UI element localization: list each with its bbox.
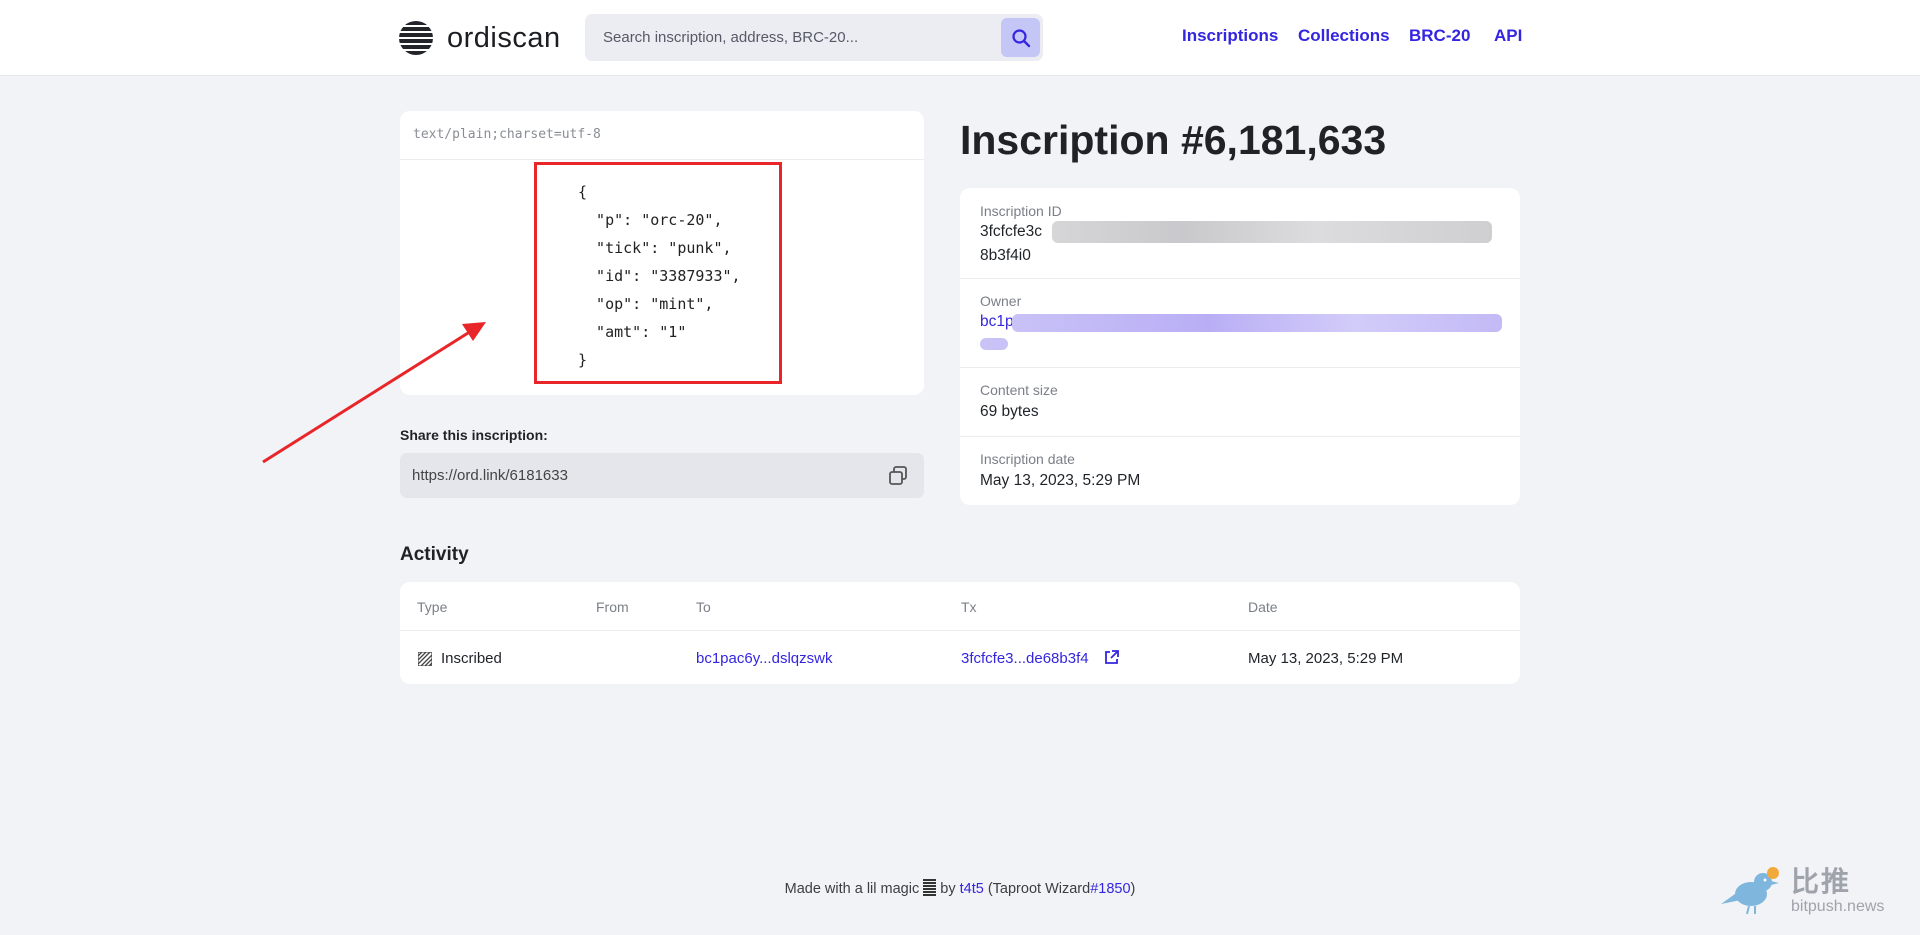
- activity-tx-link[interactable]: 3fcfcfe3...de68b3f4: [961, 650, 1089, 667]
- search-icon: [1011, 28, 1030, 47]
- nav-brc20[interactable]: BRC-20: [1409, 26, 1470, 50]
- annotation-highlight-box: [534, 162, 782, 384]
- detail-owner: Owner bc1p: [960, 278, 1520, 368]
- activity-table: Type From To Tx Date Inscribed bc1pac6y.…: [400, 582, 1520, 684]
- share-link-box: [400, 453, 924, 498]
- nav-inscriptions[interactable]: Inscriptions: [1182, 26, 1278, 50]
- footer-taproot-text: (Taproot Wizard: [987, 881, 1091, 897]
- footer-text: Made with a lil magic: [784, 881, 920, 897]
- nav-api[interactable]: API: [1494, 26, 1522, 50]
- table-divider: [400, 630, 1520, 631]
- detail-content-size: Content size 69 bytes: [960, 367, 1520, 437]
- copy-icon[interactable]: [887, 465, 909, 487]
- redacted-id-blur: [1052, 221, 1492, 243]
- footer-author-link[interactable]: t4t5: [960, 881, 984, 897]
- footer-by: by: [940, 881, 956, 897]
- column-header-from: From: [596, 599, 629, 615]
- brand-name: ordiscan: [447, 21, 561, 54]
- page-title: Inscription #6,181,633: [960, 117, 1387, 163]
- column-header-tx: Tx: [961, 599, 977, 615]
- external-link-icon[interactable]: [1103, 649, 1120, 666]
- inscription-id-value-start: 3fcfcfe3c: [980, 223, 1043, 240]
- detail-label: Inscription date: [980, 451, 1075, 467]
- footer-wizard-link[interactable]: #1850: [1090, 881, 1130, 897]
- detail-inscription-id: Inscription ID 3fcfcfe3c 8b3f4i0: [960, 188, 1520, 279]
- nav-collections[interactable]: Collections: [1298, 26, 1390, 50]
- watermark-en: bitpush.news: [1791, 898, 1885, 915]
- inscription-date-value: May 13, 2023, 5:29 PM: [980, 472, 1141, 489]
- detail-label: Content size: [980, 382, 1058, 398]
- owner-address-link[interactable]: bc1p: [980, 313, 1014, 331]
- inscription-id-value-end: 8b3f4i0: [980, 247, 1031, 264]
- activity-title: Activity: [400, 544, 469, 565]
- watermark-cn: 比推: [1791, 866, 1852, 897]
- column-header-date: Date: [1248, 599, 1278, 615]
- ordiscan-logo-icon: [399, 21, 433, 55]
- content-size-value: 69 bytes: [980, 403, 1039, 420]
- ordiscan-mini-logo-icon: [923, 879, 937, 896]
- redacted-owner-blur: [1012, 314, 1502, 332]
- activity-to-address-link[interactable]: bc1pac6y...dslqzswk: [696, 650, 832, 667]
- column-header-type: Type: [417, 599, 448, 615]
- search-button[interactable]: [1001, 18, 1040, 57]
- redacted-owner-blur-2: [980, 338, 1008, 350]
- detail-label: Owner: [980, 293, 1022, 309]
- share-label: Share this inscription:: [400, 427, 548, 443]
- detail-inscription-date: Inscription date May 13, 2023, 5:29 PM: [960, 436, 1520, 505]
- brand-logo[interactable]: ordiscan: [399, 19, 561, 57]
- activity-date: May 13, 2023, 5:29 PM: [1248, 650, 1404, 667]
- content-type-label: text/plain;charset=utf-8: [400, 111, 924, 160]
- share-url-field[interactable]: [400, 453, 860, 498]
- column-header-to: To: [696, 599, 711, 615]
- top-header: ordiscan Inscriptions Collections BRC-20…: [0, 0, 1920, 76]
- activity-type: Inscribed: [441, 650, 502, 667]
- inscribed-icon: [418, 652, 432, 666]
- search-input[interactable]: [585, 14, 995, 61]
- bitpush-watermark: 比推 bitpush.news: [1721, 860, 1901, 920]
- bird-logo-icon: [1721, 867, 1779, 914]
- search-bar: [585, 14, 1043, 61]
- inscription-details-card: Inscription ID 3fcfcfe3c 8b3f4i0 Owner b…: [960, 188, 1520, 505]
- detail-label: Inscription ID: [980, 203, 1062, 219]
- footer: Made with a lil magic by t4t5 (Taproot W…: [0, 879, 1920, 897]
- footer-paren-close: ): [1130, 881, 1136, 897]
